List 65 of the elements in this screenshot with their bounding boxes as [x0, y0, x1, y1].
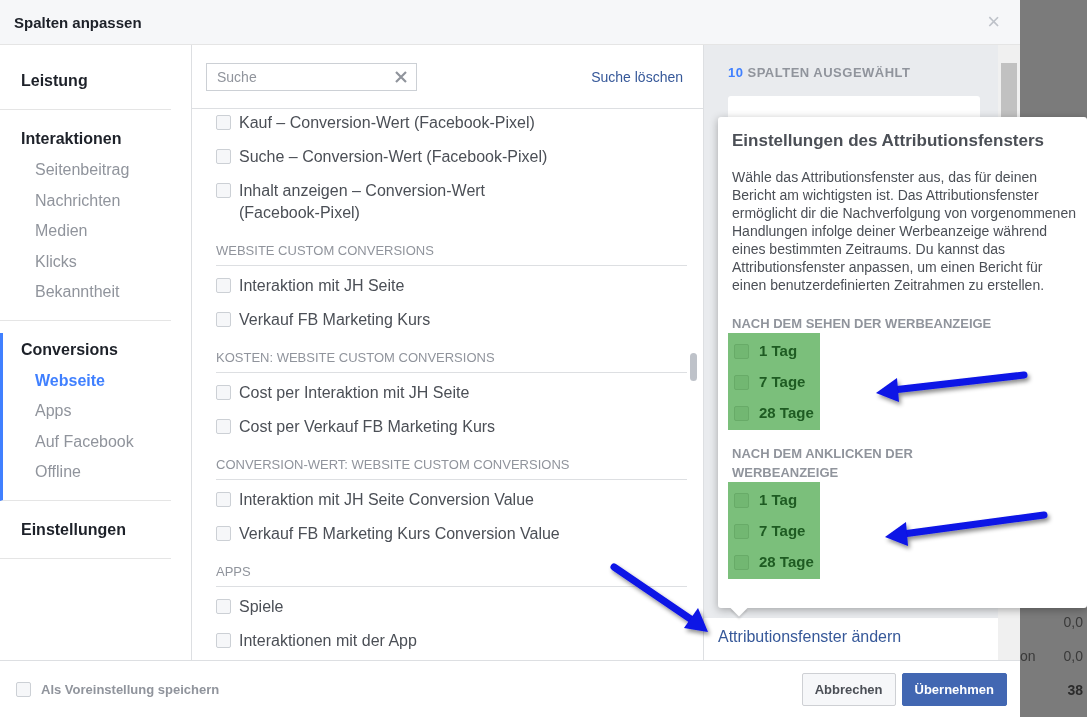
- option-label: 1 Tag: [759, 342, 798, 359]
- column-option: Verkauf FB Marketing Kurs: [239, 309, 431, 331]
- nav-section[interactable]: Einstellungen: [21, 517, 171, 546]
- checkbox[interactable]: [216, 278, 231, 293]
- column-option: Kauf – Conversion-Wert (Facebook-Pixel): [239, 112, 535, 134]
- table-cell: 38: [1067, 682, 1083, 698]
- column-option: Cost per Verkauf FB Marketing Kurs: [239, 416, 496, 438]
- nav-section[interactable]: Conversions: [21, 337, 171, 366]
- table-cell: 0,0: [1063, 648, 1083, 664]
- column-option: Interaktionen mit der App: [239, 630, 417, 652]
- section-heading: NACH DEM ANKLICKEN DER WERBEANZEIGE: [732, 445, 914, 482]
- checkbox[interactable]: [216, 183, 231, 198]
- scrollbar-thumb[interactable]: [690, 353, 697, 381]
- table-cell: 0,0: [1063, 614, 1083, 630]
- option-label: 7 Tage: [759, 373, 806, 390]
- nav-item[interactable]: Apps: [21, 396, 171, 427]
- column-option: Cost per Interaktion mit JH Seite: [239, 382, 470, 404]
- group-heading: CONVERSION-WERT: WEBSITE CUSTOM CONVERSIONS: [216, 450, 687, 480]
- selected-label: SPALTEN AUSGEWÄHLT: [747, 65, 911, 80]
- popover-description: Wähle das Attributionsfenster aus, das für deinen Bericht am wichtigsten ist. Das Attributionsfenster ermöglicht dir die Nachverfolgung von vorgenommenen Handlungen infolge deiner Werbeanzeige während eines bestimmten Zeitraums. Du kannst das Attributionsfenster anpassen, um einen Bericht für einen benutzerdefinierten Zeitrahmen zu erstellen.: [732, 168, 1077, 294]
- nav-item[interactable]: Offline: [21, 457, 171, 488]
- group-heading: KOSTEN: WEBSITE CUSTOM CONVERSIONS: [216, 343, 687, 373]
- checkbox[interactable]: [216, 492, 231, 507]
- section-heading: NACH DEM SEHEN DER WERBEANZEIGE: [732, 315, 993, 333]
- option-label: 28 Tage: [759, 553, 814, 570]
- save-default-label: Als Voreinstellung speichern: [41, 681, 220, 697]
- column-option: Inhalt anzeigen – Conversion-Wert (Facebook-Pixel): [239, 180, 556, 224]
- checkbox[interactable]: [216, 526, 231, 541]
- clear-icon[interactable]: [395, 70, 407, 83]
- popover-title: Einstellungen des Attributionsfensters: [732, 131, 1046, 151]
- option-label: 1 Tag: [759, 491, 798, 508]
- option-label: 28 Tage: [759, 404, 814, 421]
- checkbox[interactable]: [216, 115, 231, 130]
- column-option: Interaktion mit JH Seite: [239, 275, 405, 297]
- nav-item[interactable]: Nachrichten: [21, 185, 171, 216]
- search-field[interactable]: Suche: [206, 62, 417, 91]
- group-heading: APPS: [216, 557, 687, 587]
- nav-section[interactable]: Interaktionen: [21, 127, 171, 155]
- nav-section[interactable]: Leistung: [21, 69, 171, 97]
- checkbox[interactable]: [216, 385, 231, 400]
- nav-item[interactable]: Auf Facebook: [21, 426, 171, 457]
- dialog-title: Spalten anpassen: [14, 13, 142, 31]
- checkbox[interactable]: [216, 599, 231, 614]
- group-heading: WEBSITE CUSTOM CONVERSIONS: [216, 236, 687, 266]
- nav-item[interactable]: Medien: [21, 216, 171, 247]
- column-option: Interaktion mit JH Seite Conversion Value: [239, 489, 534, 511]
- column-option: Spiele: [239, 596, 284, 618]
- checkbox[interactable]: [216, 419, 231, 434]
- nav-item[interactable]: Seitenbeitrag: [21, 155, 171, 186]
- cancel-button[interactable]: Abbrechen: [801, 672, 896, 706]
- column-option: Suche – Conversion-Wert (Facebook-Pixel): [239, 146, 548, 168]
- column-option: Verkauf FB Marketing Kurs Conversion Value: [239, 523, 560, 545]
- nav-item[interactable]: Klicks: [21, 246, 171, 277]
- nav-item[interactable]: Webseite: [21, 365, 171, 396]
- checkbox[interactable]: [216, 633, 231, 648]
- table-cell: on: [1020, 648, 1036, 664]
- checkbox[interactable]: [216, 149, 231, 164]
- nav-item[interactable]: Bekanntheit: [21, 277, 171, 308]
- selected-count: 10: [728, 65, 744, 80]
- checkbox[interactable]: [16, 681, 31, 697]
- attribution-link[interactable]: Attributionsfenster ändern: [718, 628, 902, 645]
- option-label: 7 Tage: [759, 522, 806, 539]
- checkbox[interactable]: [216, 312, 231, 327]
- clear-search-link[interactable]: Suche löschen: [591, 68, 683, 85]
- apply-button[interactable]: Übernehmen: [901, 672, 1007, 706]
